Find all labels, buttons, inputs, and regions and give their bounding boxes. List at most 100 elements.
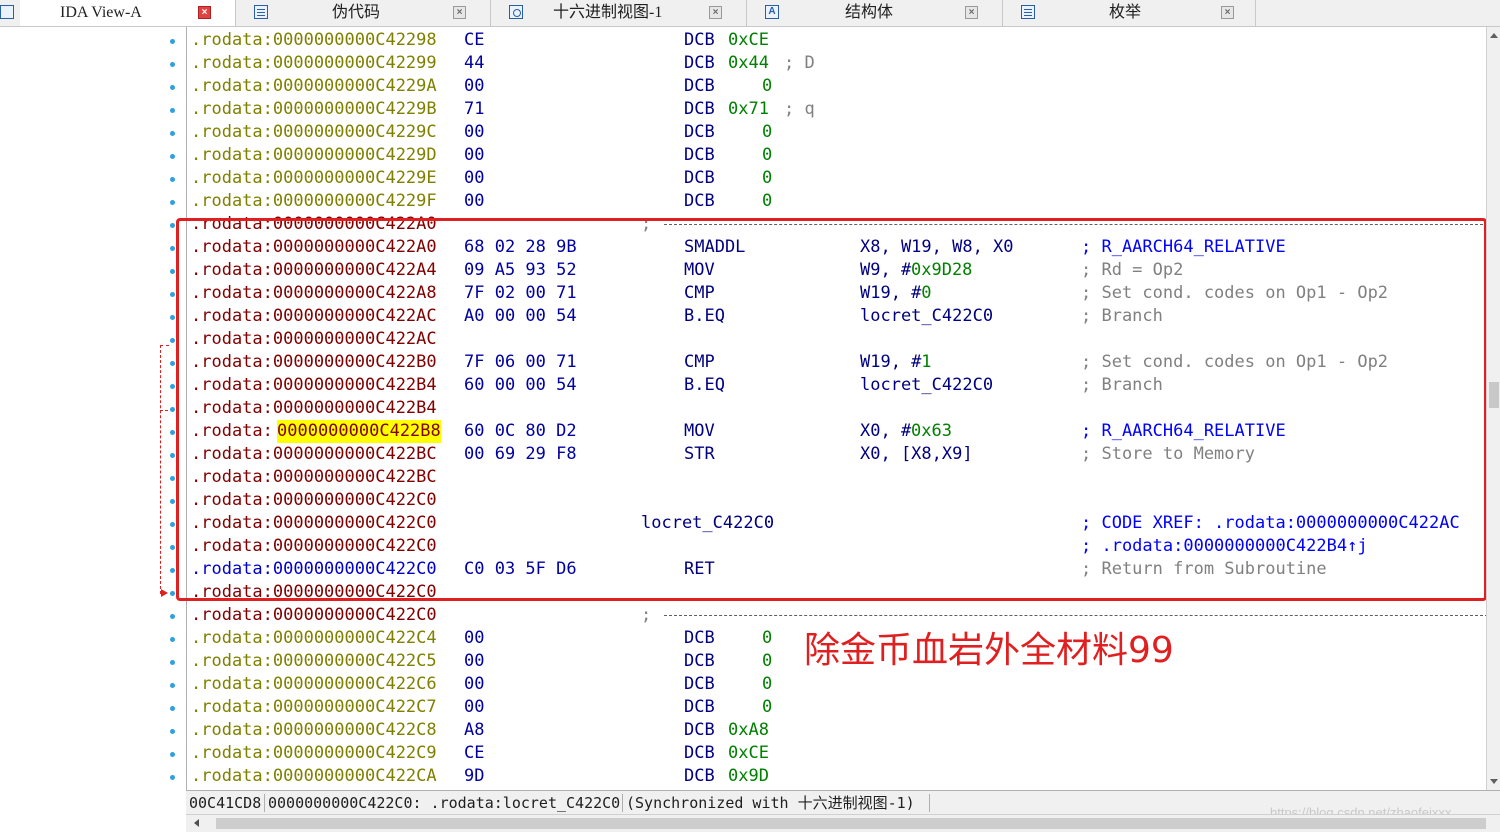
mnemonic: DCB: [684, 53, 715, 73]
branch-arrow[interactable]: [160, 410, 168, 411]
row-marker: [170, 706, 175, 711]
branch-arrow[interactable]: [160, 345, 169, 594]
operand: 0: [762, 674, 773, 694]
enums-icon: [1021, 5, 1035, 19]
comment: ; R_AARCH64_RELATIVE: [1081, 421, 1286, 441]
status-sync: (Synchronized with 十六进制视图-1): [626, 794, 915, 812]
operand: 0: [762, 76, 773, 96]
operand: X8, W19, W8, X0: [860, 237, 1014, 257]
address-highlight: 0000000000C422B8: [277, 420, 441, 443]
opcode-bytes: 09 A5 93 52: [464, 260, 577, 280]
horizontal-scrollbar[interactable]: [186, 814, 1500, 832]
mnemonic: DCB: [684, 191, 715, 211]
address: .rodata:0000000000C422C8: [191, 720, 437, 740]
address: .rodata:0000000000C422C0: [191, 490, 437, 510]
comment: ; Branch: [1081, 375, 1163, 395]
scroll-down-icon[interactable]: [1490, 779, 1498, 784]
scroll-up-icon[interactable]: [1490, 33, 1498, 38]
mnemonic: DCB: [684, 168, 715, 188]
separator-mark: ;: [641, 214, 652, 234]
row-marker: [170, 568, 175, 573]
mnemonic: DCB: [684, 720, 715, 740]
close-icon[interactable]: ×: [965, 6, 978, 19]
opcode-bytes: 00: [464, 697, 485, 717]
address: .rodata:0000000000C422BC: [191, 467, 437, 487]
operand: 0: [762, 122, 773, 142]
address: .rodata:0000000000C422A8: [191, 283, 437, 303]
vertical-scrollbar[interactable]: [1486, 27, 1500, 790]
comment: ; CODE XREF: .rodata:0000000000C422AC: [1081, 513, 1460, 533]
address: .rodata:0000000000C42298: [191, 30, 437, 50]
address: .rodata:0000000000C422C0: [191, 559, 437, 579]
close-icon[interactable]: ×: [1221, 6, 1234, 19]
operand-number: 0: [921, 283, 932, 303]
mnemonic: DCB: [684, 743, 715, 763]
address: .rodata:0000000000C422B4: [191, 398, 437, 418]
separator-line: [664, 615, 1487, 616]
opcode-bytes: 00: [464, 168, 485, 188]
row-marker: [170, 108, 175, 113]
row-marker: [170, 729, 175, 734]
close-icon[interactable]: ×: [453, 6, 466, 19]
row-marker: [170, 660, 175, 665]
operand: 0xA8: [728, 720, 769, 740]
tab-structures[interactable]: 结构体 ×: [747, 0, 1003, 26]
address: .rodata:0000000000C422C7: [191, 697, 437, 717]
operand: 0: [762, 628, 773, 648]
mnemonic: DCB: [684, 628, 715, 648]
tab-hex-view[interactable]: 十六进制视图-1 ×: [491, 0, 747, 26]
separator-mark: ;: [641, 605, 652, 625]
address: .rodata:0000000000C4229C: [191, 122, 437, 142]
mnemonic: DCB: [684, 30, 715, 50]
row-marker: [170, 338, 175, 343]
scroll-thumb[interactable]: [1489, 382, 1499, 408]
scroll-left-icon[interactable]: [194, 819, 199, 827]
opcode-bytes: 71: [464, 99, 485, 119]
tab-ida-view-a[interactable]: IDA View-A ×: [20, 0, 236, 26]
address: .rodata:0000000000C422B0: [191, 352, 437, 372]
gutter: [0, 27, 186, 831]
opcode-bytes: 00: [464, 76, 485, 96]
address: .rodata:0000000000C4229B: [191, 99, 437, 119]
address: .rodata:0000000000C422C9: [191, 743, 437, 763]
operand: W9, #: [860, 260, 912, 280]
row-marker: [170, 361, 175, 366]
tab-enums[interactable]: 枚举 ×: [1003, 0, 1256, 26]
opcode-bytes: A0 00 00 54: [464, 306, 577, 326]
row-marker: [170, 246, 175, 251]
tab-label: 结构体: [845, 4, 894, 21]
address: .rodata:0000000000C422C0: [191, 605, 437, 625]
row-marker: [170, 200, 175, 205]
address: .rodata:0000000000C4229F: [191, 191, 437, 211]
address: .rodata:0000000000C422BC: [191, 444, 437, 464]
row-marker: [170, 614, 175, 619]
row-marker: [170, 62, 175, 67]
list-icon: [0, 5, 14, 19]
opcode-bytes: CE: [464, 743, 485, 763]
operand: 0: [762, 651, 773, 671]
mnemonic: DCB: [684, 76, 715, 96]
scroll-thumb[interactable]: [216, 818, 1486, 829]
tab-label: IDA View-A: [60, 4, 142, 21]
structures-icon: [765, 5, 779, 19]
disassembly-listing[interactable]: .rodata:0000000000C42298 CE DCB 0xCE .rodata…: [186, 27, 1487, 790]
tab-pseudocode[interactable]: 伪代码 ×: [236, 0, 491, 26]
row-marker: [170, 269, 175, 274]
address: .rodata:0000000000C422C6: [191, 674, 437, 694]
code-label: locret_C422C0: [641, 513, 775, 533]
row-marker: [170, 131, 175, 136]
opcode-bytes: 68 02 28 9B: [464, 237, 577, 257]
close-icon[interactable]: ×: [709, 6, 722, 19]
opcode-bytes: A8: [464, 720, 485, 740]
comment: ; Set cond. codes on Op1 - Op2: [1081, 352, 1389, 372]
opcode-bytes: 7F 02 00 71: [464, 283, 577, 303]
mnemonic: RET: [684, 559, 715, 579]
address-segment: .rodata:: [191, 421, 273, 441]
close-icon[interactable]: ×: [198, 6, 211, 19]
row-marker: [170, 545, 175, 550]
address: .rodata:0000000000C422C0: [191, 582, 437, 602]
mnemonic: SMADDL: [684, 237, 746, 257]
mnemonic: MOV: [684, 260, 715, 280]
opcode-bytes: 00: [464, 651, 485, 671]
opcode-bytes: 60 0C 80 D2: [464, 421, 577, 441]
